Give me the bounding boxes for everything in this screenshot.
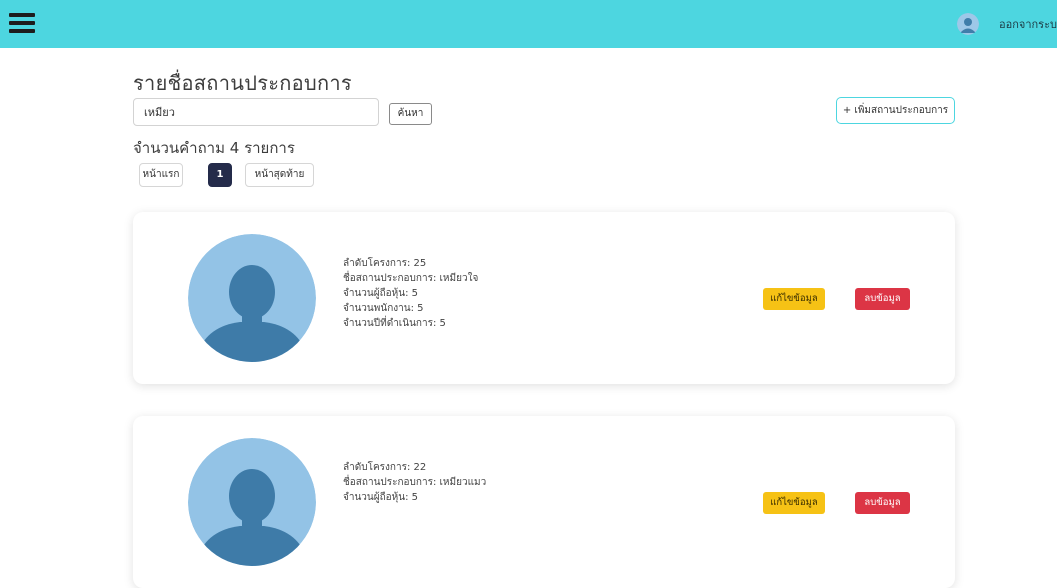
delete-button[interactable]: ลบข้อมูล <box>855 492 910 514</box>
business-name: ชื่อสถานประกอบการ: เหมียวแมว <box>343 477 487 488</box>
business-info: ลำดับโครงการ: 22 ชื่อสถานประกอบการ: เหมี… <box>343 460 486 505</box>
pagination-first-button[interactable]: หน้าแรก <box>139 163 183 187</box>
user-avatar-icon[interactable] <box>957 13 979 35</box>
employee-count: จำนวนพนักงาน: 5 <box>343 303 424 314</box>
pagination-last-button[interactable]: หน้าสุดท้าย <box>245 163 314 187</box>
logout-link[interactable]: ออกจากระบบ <box>999 15 1057 33</box>
search-input[interactable] <box>133 98 379 126</box>
shareholder-count: จำนวนผู้ถือหุ้น: 5 <box>343 492 419 503</box>
business-card: ลำดับโครงการ: 25 ชื่อสถานประกอบการ: เหมี… <box>133 212 955 384</box>
project-number: ลำดับโครงการ: 22 <box>343 462 427 473</box>
menu-icon[interactable] <box>9 13 35 35</box>
business-info: ลำดับโครงการ: 25 ชื่อสถานประกอบการ: เหมี… <box>343 256 478 331</box>
result-count: จำนวนคำถาม 4 รายการ <box>133 139 295 157</box>
delete-button[interactable]: ลบข้อมูล <box>855 288 910 310</box>
search-button[interactable]: ค้นหา <box>389 103 432 125</box>
business-name: ชื่อสถานประกอบการ: เหมียวใจ <box>343 273 479 284</box>
shareholder-count: จำนวนผู้ถือหุ้น: 5 <box>343 288 419 299</box>
pagination-page-1[interactable]: 1 <box>208 163 232 187</box>
edit-button[interactable]: แก้ไขข้อมูล <box>763 288 825 310</box>
business-avatar-icon <box>188 438 316 566</box>
business-card: ลำดับโครงการ: 22 ชื่อสถานประกอบการ: เหมี… <box>133 416 955 588</box>
business-avatar-icon <box>188 234 316 362</box>
project-number: ลำดับโครงการ: 25 <box>343 258 427 269</box>
add-business-button[interactable]: + เพิ่มสถานประกอบการ <box>836 97 955 124</box>
years-operating: จำนวนปีที่ดำเนินการ: 5 <box>343 318 446 329</box>
top-navbar: ออกจากระบบ <box>0 0 1057 48</box>
edit-button[interactable]: แก้ไขข้อมูล <box>763 492 825 514</box>
page-title: รายชื่อสถานประกอบการ <box>133 71 352 95</box>
